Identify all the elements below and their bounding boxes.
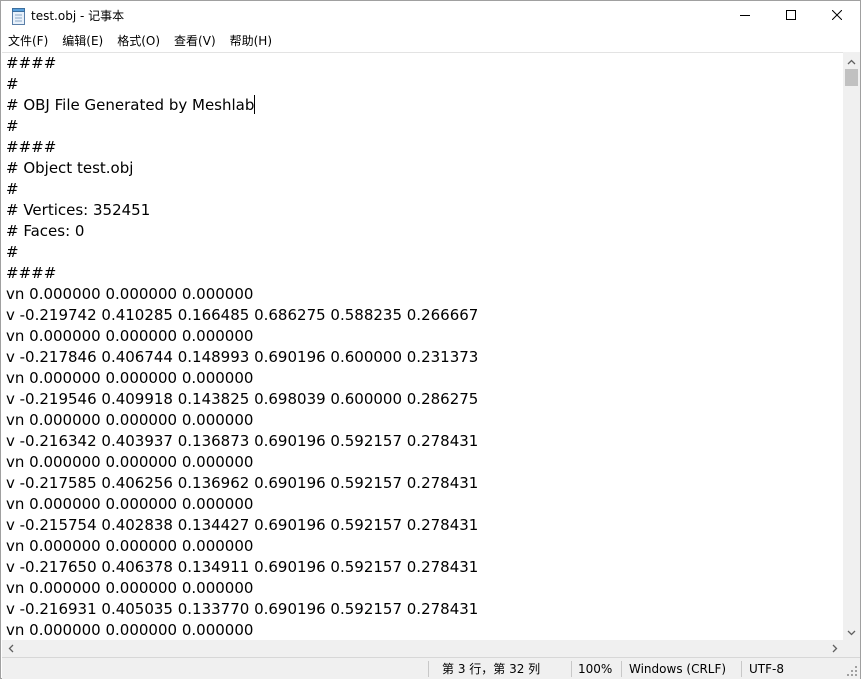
window-title: test.obj - 记事本 [31, 9, 125, 23]
chevron-down-icon [847, 623, 856, 641]
maximize-icon [786, 7, 796, 25]
text-line: # Object test.obj [6, 159, 134, 177]
menu-edit[interactable]: 编辑(E) [55, 31, 110, 51]
text-line: vn 0.000000 0.000000 0.000000 [6, 411, 254, 429]
text-line: vn 0.000000 0.000000 0.000000 [6, 327, 254, 345]
text-line: #### [6, 138, 57, 156]
scroll-left-button[interactable] [2, 640, 19, 657]
text-line: v -0.216342 0.403937 0.136873 0.690196 0… [6, 432, 479, 450]
text-line: # OBJ File Generated by Meshlab [6, 95, 256, 114]
scroll-up-button[interactable] [843, 52, 860, 69]
menu-help[interactable]: 帮助(H) [223, 31, 279, 51]
text-line: vn 0.000000 0.000000 0.000000 [6, 621, 254, 639]
text-line: # [6, 117, 19, 135]
zoom-level: 100% [578, 662, 613, 676]
vertical-scroll-thumb[interactable] [845, 69, 858, 86]
notepad-window: test.obj - 记事本 文件(F) 编辑(E) 格式(O) 查看(V) 帮… [0, 0, 861, 679]
text-line: vn 0.000000 0.000000 0.000000 [6, 579, 254, 597]
text-line: v -0.219742 0.410285 0.166485 0.686275 0… [6, 306, 479, 324]
cursor-position: 第 3 行，第 32 列 [442, 662, 541, 676]
text-line: vn 0.000000 0.000000 0.000000 [6, 369, 254, 387]
maximize-button[interactable] [768, 1, 814, 31]
text-line: vn 0.000000 0.000000 0.000000 [6, 285, 254, 303]
text-line: #### [6, 264, 57, 282]
scroll-right-button[interactable] [826, 640, 843, 657]
text-caret [254, 95, 256, 114]
status-divider [621, 661, 622, 677]
resize-grip-icon[interactable] [847, 666, 858, 677]
text-line: vn 0.000000 0.000000 0.000000 [6, 537, 254, 555]
chevron-up-icon [847, 52, 856, 70]
status-bar: 第 3 行，第 32 列 100% Windows (CRLF) UTF-8 [2, 657, 860, 679]
menu-format[interactable]: 格式(O) [110, 31, 167, 51]
notepad-icon [11, 8, 26, 25]
text-line: v -0.217585 0.406256 0.136962 0.690196 0… [6, 474, 479, 492]
text-line: # [6, 243, 19, 261]
scrollbar-corner [843, 640, 860, 657]
line-ending: Windows (CRLF) [629, 662, 727, 676]
chevron-right-icon [832, 640, 838, 658]
minimize-icon [740, 7, 750, 25]
status-divider [428, 661, 429, 677]
text-line: v -0.215754 0.402838 0.134427 0.690196 0… [6, 516, 479, 534]
text-line: #### [6, 54, 57, 72]
status-divider [741, 661, 742, 677]
vertical-scrollbar[interactable] [843, 52, 860, 640]
text-line: v -0.219546 0.409918 0.143825 0.698039 0… [6, 390, 479, 408]
scroll-down-button[interactable] [843, 623, 860, 640]
minimize-button[interactable] [722, 1, 768, 31]
text-line: # [6, 180, 19, 198]
menu-file[interactable]: 文件(F) [1, 31, 55, 51]
editor-content: #### # # OBJ File Generated by Meshlab # ###… [6, 53, 478, 640]
text-line: # Vertices: 352451 [6, 201, 151, 219]
close-icon [831, 7, 843, 25]
status-divider [571, 661, 572, 677]
horizontal-scrollbar[interactable] [2, 640, 843, 657]
menu-view[interactable]: 查看(V) [167, 31, 223, 51]
menu-bar: 文件(F) 编辑(E) 格式(O) 查看(V) 帮助(H) [1, 31, 860, 51]
text-line: v -0.217650 0.406378 0.134911 0.690196 0… [6, 558, 479, 576]
text-line: # Faces: 0 [6, 222, 85, 240]
close-button[interactable] [814, 1, 860, 31]
title-bar[interactable]: test.obj - 记事本 [1, 1, 860, 31]
encoding: UTF-8 [749, 662, 784, 676]
text-line: v -0.216931 0.405035 0.133770 0.690196 0… [6, 600, 479, 618]
text-line: vn 0.000000 0.000000 0.000000 [6, 495, 254, 513]
text-line: # [6, 75, 19, 93]
chevron-left-icon [8, 640, 14, 658]
text-line: vn 0.000000 0.000000 0.000000 [6, 453, 254, 471]
text-line: v -0.217846 0.406744 0.148993 0.690196 0… [6, 348, 479, 366]
text-editor[interactable]: #### # # OBJ File Generated by Meshlab # ###… [2, 52, 843, 640]
